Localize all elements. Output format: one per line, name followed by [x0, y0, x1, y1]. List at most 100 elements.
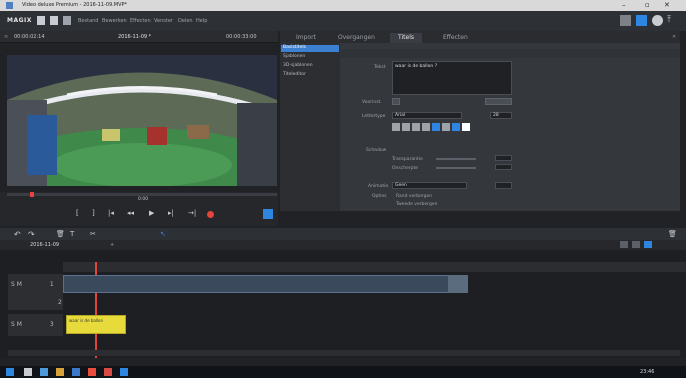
- delete-icon[interactable]: 🗑: [56, 230, 65, 238]
- timeline-header: ↶ ↷ 🗑 T ✂ ↖ 🗑: [0, 228, 686, 240]
- app-red-icon[interactable]: [88, 368, 96, 376]
- start-icon[interactable]: [6, 368, 14, 376]
- tree-item-title-editor[interactable]: Titeleditor: [281, 72, 339, 79]
- align-left-icon[interactable]: [422, 123, 430, 131]
- minimize-button[interactable]: –: [622, 1, 626, 9]
- font-dropdown[interactable]: Arial: [392, 112, 462, 119]
- underline-icon[interactable]: [412, 123, 420, 131]
- end-icon[interactable]: →|: [188, 209, 196, 217]
- tab-import[interactable]: Import: [288, 33, 324, 43]
- folder-icon[interactable]: [50, 16, 58, 25]
- playhead-marker[interactable]: [30, 192, 34, 197]
- tree-item-templates[interactable]: Sjablonen: [281, 54, 339, 61]
- menu-help[interactable]: Help: [196, 18, 207, 24]
- preset-label: Voorinst.: [362, 100, 382, 105]
- magix-logo: MAGIX: [7, 17, 32, 24]
- out-point-icon[interactable]: ]: [92, 209, 95, 217]
- menu-edit[interactable]: Bewerken: [102, 18, 127, 24]
- transparency-slider[interactable]: [436, 158, 476, 160]
- tab-titles[interactable]: Titels: [390, 33, 422, 43]
- title-icon[interactable]: T: [70, 230, 74, 238]
- export-icon[interactable]: [263, 209, 273, 219]
- track-prefix: S M: [11, 281, 22, 288]
- menu-bar: MAGIX Bestand Bewerken Effecten Venster …: [0, 11, 686, 31]
- blur-slider[interactable]: [436, 167, 476, 169]
- magix-taskbar-icon[interactable]: [120, 368, 128, 376]
- cursor-icon[interactable]: ↖: [160, 230, 166, 238]
- animation-dropdown[interactable]: Geen: [392, 182, 467, 189]
- magix-services-icon[interactable]: [636, 15, 647, 26]
- menu-window[interactable]: Venster: [154, 18, 173, 24]
- option-hide-second[interactable]: Tweede verbergen: [396, 202, 437, 207]
- menu-icon[interactable]: ≡: [4, 34, 8, 40]
- italic-icon[interactable]: [402, 123, 410, 131]
- in-point-icon[interactable]: [: [76, 209, 79, 217]
- play-icon[interactable]: ▶: [149, 209, 154, 217]
- save-icon[interactable]: [37, 16, 45, 25]
- tab-effects[interactable]: Effecten: [435, 33, 476, 43]
- view-scenes-icon[interactable]: [632, 241, 640, 248]
- next-marker-icon[interactable]: ▸|: [168, 209, 174, 217]
- bold-icon[interactable]: [392, 123, 400, 131]
- transparency-value[interactable]: [495, 155, 512, 161]
- delete-clip-icon[interactable]: 🗑: [668, 230, 677, 238]
- project-name: 2016-11-09 *: [118, 34, 152, 40]
- record-icon[interactable]: [207, 211, 214, 218]
- maximize-button[interactable]: ▫: [645, 1, 650, 9]
- timeline-scrollbar[interactable]: [8, 350, 680, 356]
- video-clip[interactable]: [63, 275, 468, 293]
- clip-thumbnail[interactable]: [448, 275, 468, 293]
- view-timeline-icon[interactable]: [644, 241, 652, 248]
- fill-color-icon[interactable]: [462, 123, 470, 131]
- font-label: Lettertype: [362, 114, 386, 119]
- current-timecode: 00:00:02:14: [14, 34, 45, 40]
- prev-marker-icon[interactable]: |◂: [108, 209, 114, 217]
- props-toolbar: [340, 49, 680, 58]
- upload-icon[interactable]: ⤒: [667, 15, 678, 26]
- rewind-icon[interactable]: ◂◂: [127, 209, 134, 217]
- align-button[interactable]: [392, 98, 400, 105]
- tab-transitions[interactable]: Overgangen: [330, 33, 383, 43]
- grid-icon[interactable]: [63, 16, 71, 25]
- menu-share[interactable]: Delen: [178, 18, 193, 24]
- font-size-field[interactable]: 28: [490, 112, 512, 119]
- align-center-icon[interactable]: [432, 123, 440, 131]
- add-tab-icon[interactable]: +: [110, 242, 114, 248]
- end-timecode: 00:00:33:00: [226, 34, 257, 40]
- chrome-icon[interactable]: [104, 368, 112, 376]
- store-icon[interactable]: [620, 15, 631, 26]
- timeline-toolbar: 2016-11-09 +: [0, 240, 686, 250]
- tree-item-basic-titles[interactable]: Basistitels: [281, 45, 339, 52]
- media-pool-tabs: Import Overgangen Titels Effecten ✕: [280, 31, 680, 43]
- timeline-ruler[interactable]: [63, 262, 686, 272]
- edge-icon[interactable]: [40, 368, 48, 376]
- menu-file[interactable]: Bestand: [78, 18, 98, 24]
- redo-icon[interactable]: ↷: [28, 230, 35, 239]
- title-clip[interactable]: waar is de ballon: [66, 315, 126, 334]
- scrubber[interactable]: [7, 193, 277, 196]
- video-preview[interactable]: [7, 55, 277, 186]
- animation-duration[interactable]: [495, 182, 512, 189]
- project-tab[interactable]: 2016-11-09: [30, 242, 59, 248]
- reset-button[interactable]: [485, 98, 512, 105]
- title-text-field[interactable]: waar is de ballon ?: [392, 61, 512, 95]
- close-button[interactable]: ✕: [664, 1, 670, 9]
- menu-effects[interactable]: Effecten: [130, 18, 151, 24]
- search-icon[interactable]: [24, 368, 32, 376]
- blur-value[interactable]: [495, 164, 512, 170]
- view-storyboard-icon[interactable]: [620, 241, 628, 248]
- color-icon[interactable]: [452, 123, 460, 131]
- title-category-list: Basistitels Sjablonen 3D-sjablonen Titel…: [280, 43, 340, 211]
- explorer-icon[interactable]: [56, 368, 64, 376]
- panel-close-icon[interactable]: ✕: [672, 34, 676, 40]
- window-title: Video deluxe Premium - 2016-11-09.MVP*: [22, 2, 128, 8]
- clock: 23:46: [640, 369, 655, 375]
- split-icon[interactable]: ✂: [90, 230, 96, 238]
- track-header-2: 2: [8, 296, 63, 310]
- align-right-icon[interactable]: [442, 123, 450, 131]
- tree-item-3d-templates[interactable]: 3D-sjablonen: [281, 63, 339, 70]
- undo-icon[interactable]: ↶: [14, 230, 21, 239]
- settings-icon[interactable]: [652, 15, 663, 26]
- store-app-icon[interactable]: [72, 368, 80, 376]
- option-hide-border[interactable]: Rand verbergen: [396, 194, 432, 199]
